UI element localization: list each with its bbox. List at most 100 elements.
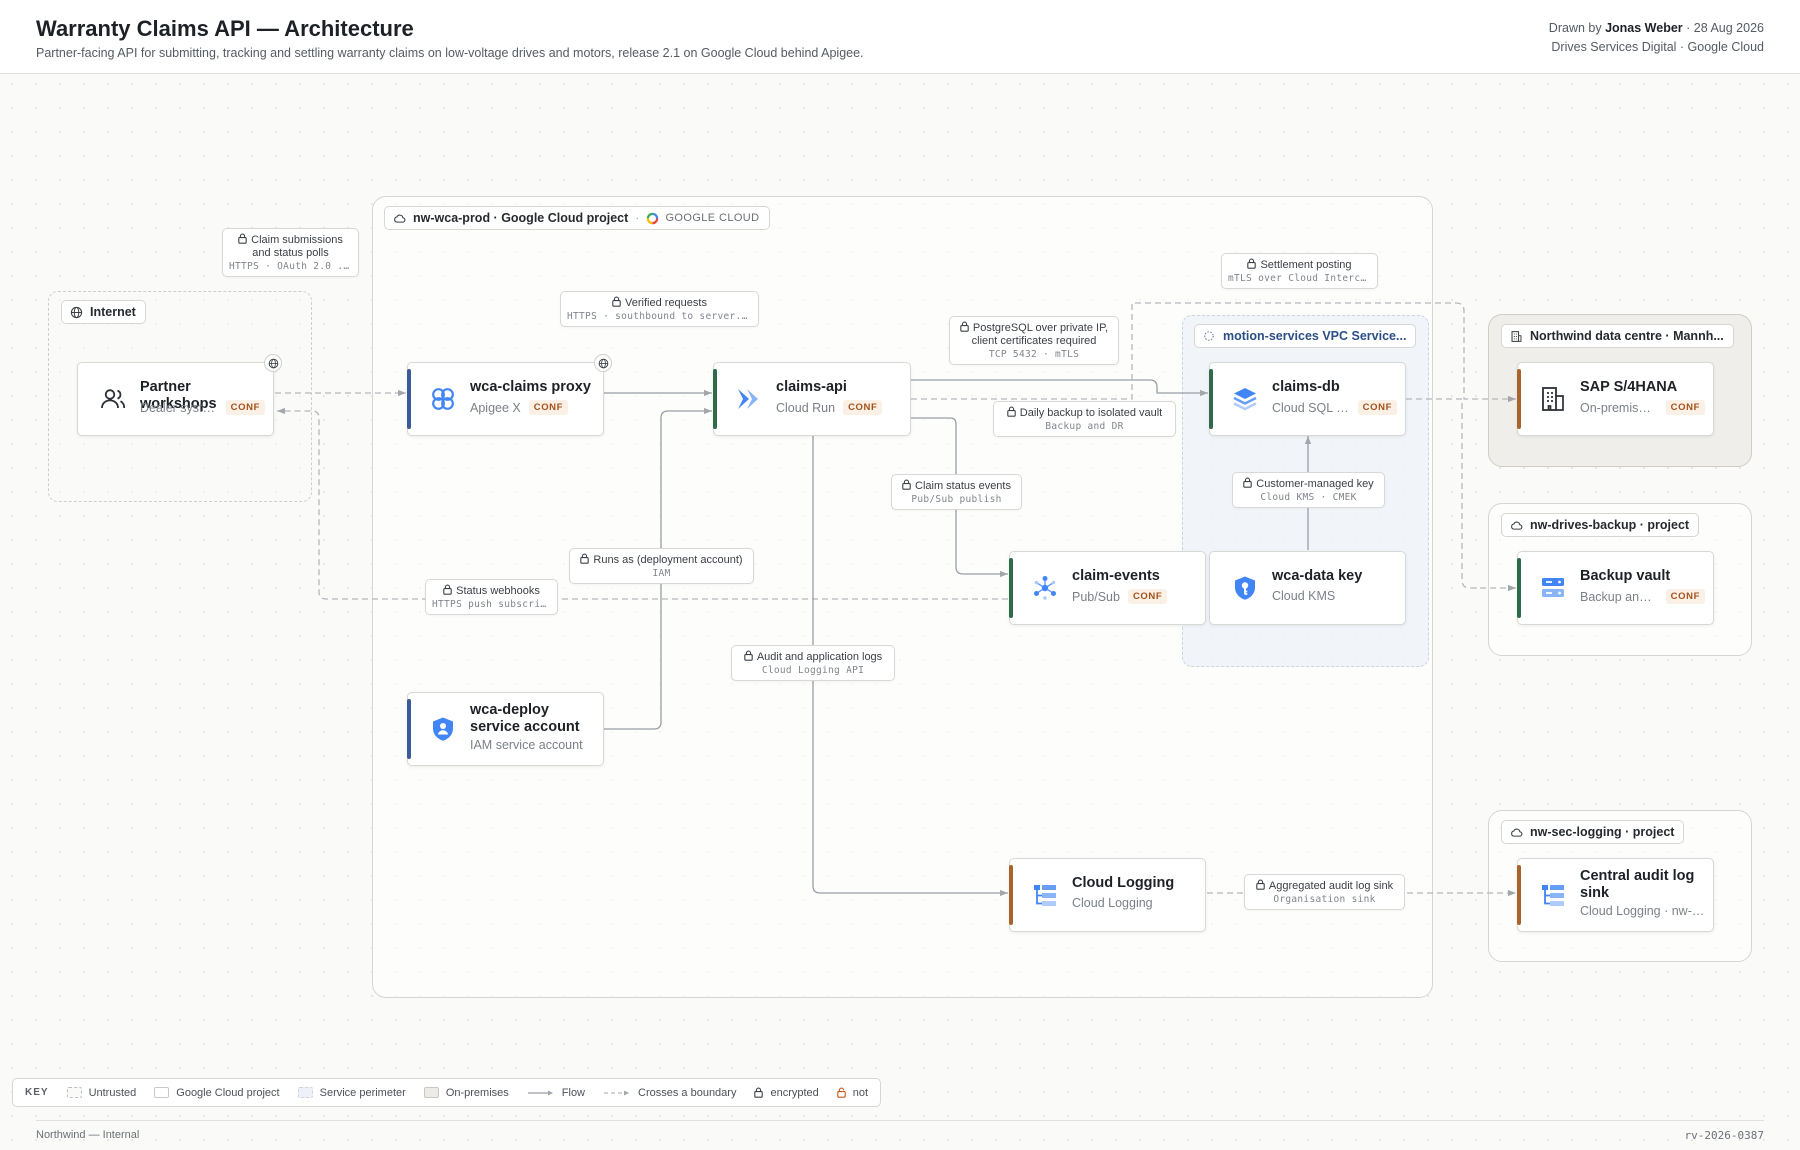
cloud-sql-icon	[1228, 382, 1262, 416]
lock-icon	[238, 233, 247, 244]
accent-stripe	[1009, 865, 1013, 925]
edge-protocol: mTLS over Cloud Interc...	[1228, 273, 1371, 284]
node-subtitle: Backup and ...	[1580, 589, 1658, 604]
legend-key-title: KEY	[25, 1087, 49, 1098]
accent-stripe	[1517, 369, 1521, 429]
confidential-badge: CONF	[1665, 400, 1705, 415]
edge-label-claim-status-events: Claim status events Pub/Sub publish	[891, 474, 1022, 510]
edge-protocol: Backup and DR	[1045, 421, 1124, 432]
legend-item-on-premises: On-premises	[423, 1087, 509, 1099]
confidential-badge: CONF	[1665, 589, 1705, 604]
edge-api-to-db	[911, 379, 1208, 397]
lock-icon	[580, 553, 590, 564]
node-title: claims-api	[776, 379, 847, 395]
legend-item-service-perimeter: Service perimeter	[297, 1087, 406, 1099]
node-central-audit-log-sink[interactable]: Central audit log sink Cloud Logging · n…	[1517, 858, 1714, 932]
node-subtitle: Cloud Logging · nw-s...	[1580, 904, 1705, 918]
lock-icon	[612, 296, 621, 307]
cloud-logging-icon	[1536, 878, 1570, 912]
accent-stripe	[1517, 558, 1521, 618]
edge-label-settlement-posting: Settlement posting mTLS over Cloud Inter…	[1221, 253, 1378, 289]
accent-stripe	[1517, 865, 1521, 925]
service-account-icon	[426, 712, 460, 746]
edge-label-audit-logs: Audit and application logs Cloud Logging…	[731, 645, 895, 681]
node-title: claims-db	[1272, 379, 1340, 395]
node-wca-deploy-service-account[interactable]: wca-deploy service account IAM service a…	[407, 692, 604, 766]
node-title: wca-data key	[1272, 568, 1363, 584]
lock-icon	[902, 479, 911, 490]
legend-item-untrusted: Untrusted	[66, 1087, 136, 1099]
node-cloud-logging[interactable]: Cloud Logging Cloud Logging	[1009, 858, 1206, 932]
legend-item-crosses-boundary: Crosses a boundary	[603, 1087, 736, 1099]
apigee-icon	[426, 382, 460, 416]
legend-item-flow: Flow	[527, 1087, 585, 1099]
node-subtitle: Apigee X	[470, 400, 521, 415]
node-title: Backup vault	[1580, 568, 1671, 584]
node-title: claim-events	[1072, 568, 1160, 584]
node-subtitle: Pub/Sub	[1072, 589, 1120, 604]
accent-stripe	[407, 699, 411, 759]
edge-protocol: Organisation sink	[1273, 894, 1376, 905]
lock-icon	[1007, 406, 1016, 417]
edge-protocol: TCP 5432 · mTLS	[988, 349, 1080, 360]
accent-stripe	[1209, 369, 1213, 429]
node-sap-s4hana[interactable]: SAP S/4HANA On-premises... CONF	[1517, 362, 1714, 436]
edge-db-to-vault	[1406, 398, 1516, 592]
edge-protocol: HTTPS · OAuth 2.0 ...	[229, 261, 352, 272]
lock-icon	[754, 1087, 764, 1098]
edge-label-postgresql: PostgreSQL over private IP, client certi…	[949, 316, 1119, 365]
edge-protocol: Cloud KMS · CMEK	[1260, 492, 1357, 503]
node-subtitle: IAM service account	[470, 738, 583, 752]
node-wca-data-key[interactable]: wca-data key Cloud KMS	[1209, 551, 1406, 625]
node-subtitle: Cloud SQL fo...	[1272, 400, 1350, 415]
unlock-icon	[837, 1087, 846, 1098]
node-subtitle: Cloud Run	[776, 400, 836, 415]
node-title: SAP S/4HANA	[1580, 379, 1678, 395]
accent-stripe	[1009, 558, 1013, 618]
lock-icon	[1243, 477, 1253, 488]
confidential-badge: CONF	[225, 400, 265, 415]
confidential-badge: CONF	[1127, 589, 1168, 604]
edge-label-customer-managed-key: Customer-managed key Cloud KMS · CMEK	[1232, 472, 1385, 508]
node-partner-workshops[interactable]: Partner workshops Dealer syste... CONF	[77, 354, 282, 436]
footer-revision: rv-2026-0387	[1684, 1129, 1764, 1142]
node-title: Cloud Logging	[1072, 875, 1175, 891]
backup-vault-icon	[1536, 571, 1570, 605]
node-claims-db[interactable]: claims-db Cloud SQL fo... CONF	[1209, 362, 1406, 436]
node-title: wca-deploy service account	[470, 702, 580, 735]
edge-protocol: HTTPS push subscri...	[432, 599, 551, 610]
edge-label-claim-submissions: Claim submissions and status polls HTTPS…	[222, 228, 359, 277]
internet-exposed-globe-icon	[594, 354, 612, 372]
node-claim-events[interactable]: claim-events Pub/Sub CONF	[1009, 551, 1206, 625]
node-claims-api[interactable]: claims-api Cloud Run CONF	[713, 362, 911, 436]
edge-label-aggregated-sink: Aggregated audit log sink Organisation s…	[1244, 874, 1405, 910]
node-wca-claims-proxy[interactable]: wca-claims proxy Apigee X CONF	[407, 354, 612, 436]
node-subtitle: Cloud KMS	[1272, 589, 1336, 603]
lock-icon	[744, 650, 753, 661]
people-icon	[96, 382, 130, 416]
edge-protocol: HTTPS · southbound to server...	[567, 311, 752, 322]
edge-protocol: IAM	[652, 568, 671, 579]
accent-stripe	[407, 369, 411, 429]
node-subtitle: On-premises...	[1580, 400, 1658, 415]
confidential-badge: CONF	[1357, 400, 1397, 415]
legend-item-gcp-project: Google Cloud project	[154, 1087, 280, 1099]
node-title: Central audit log sink	[1580, 868, 1695, 901]
lock-icon	[1247, 258, 1257, 269]
lock-icon	[960, 321, 969, 332]
accent-stripe	[713, 369, 717, 429]
pubsub-icon	[1028, 571, 1062, 605]
edge-protocol: Pub/Sub publish	[911, 494, 1002, 505]
lock-icon	[1256, 879, 1265, 890]
footer-classification: Northwind — Internal	[36, 1129, 140, 1141]
confidential-badge: CONF	[843, 400, 883, 415]
legend-item-encrypted: encrypted	[754, 1087, 819, 1099]
edge-label-verified-requests: Verified requests HTTPS · southbound to …	[560, 291, 759, 327]
node-title: wca-claims proxy	[470, 379, 591, 395]
node-subtitle: Dealer syste...	[140, 400, 218, 415]
legend: KEY Untrusted Google Cloud project Servi…	[12, 1078, 882, 1107]
cloud-run-icon	[732, 382, 766, 416]
confidential-badge: CONF	[528, 400, 569, 415]
edge-label-runs-as: Runs as (deployment account) IAM	[569, 548, 754, 584]
node-backup-vault[interactable]: Backup vault Backup and ... CONF	[1517, 551, 1714, 625]
